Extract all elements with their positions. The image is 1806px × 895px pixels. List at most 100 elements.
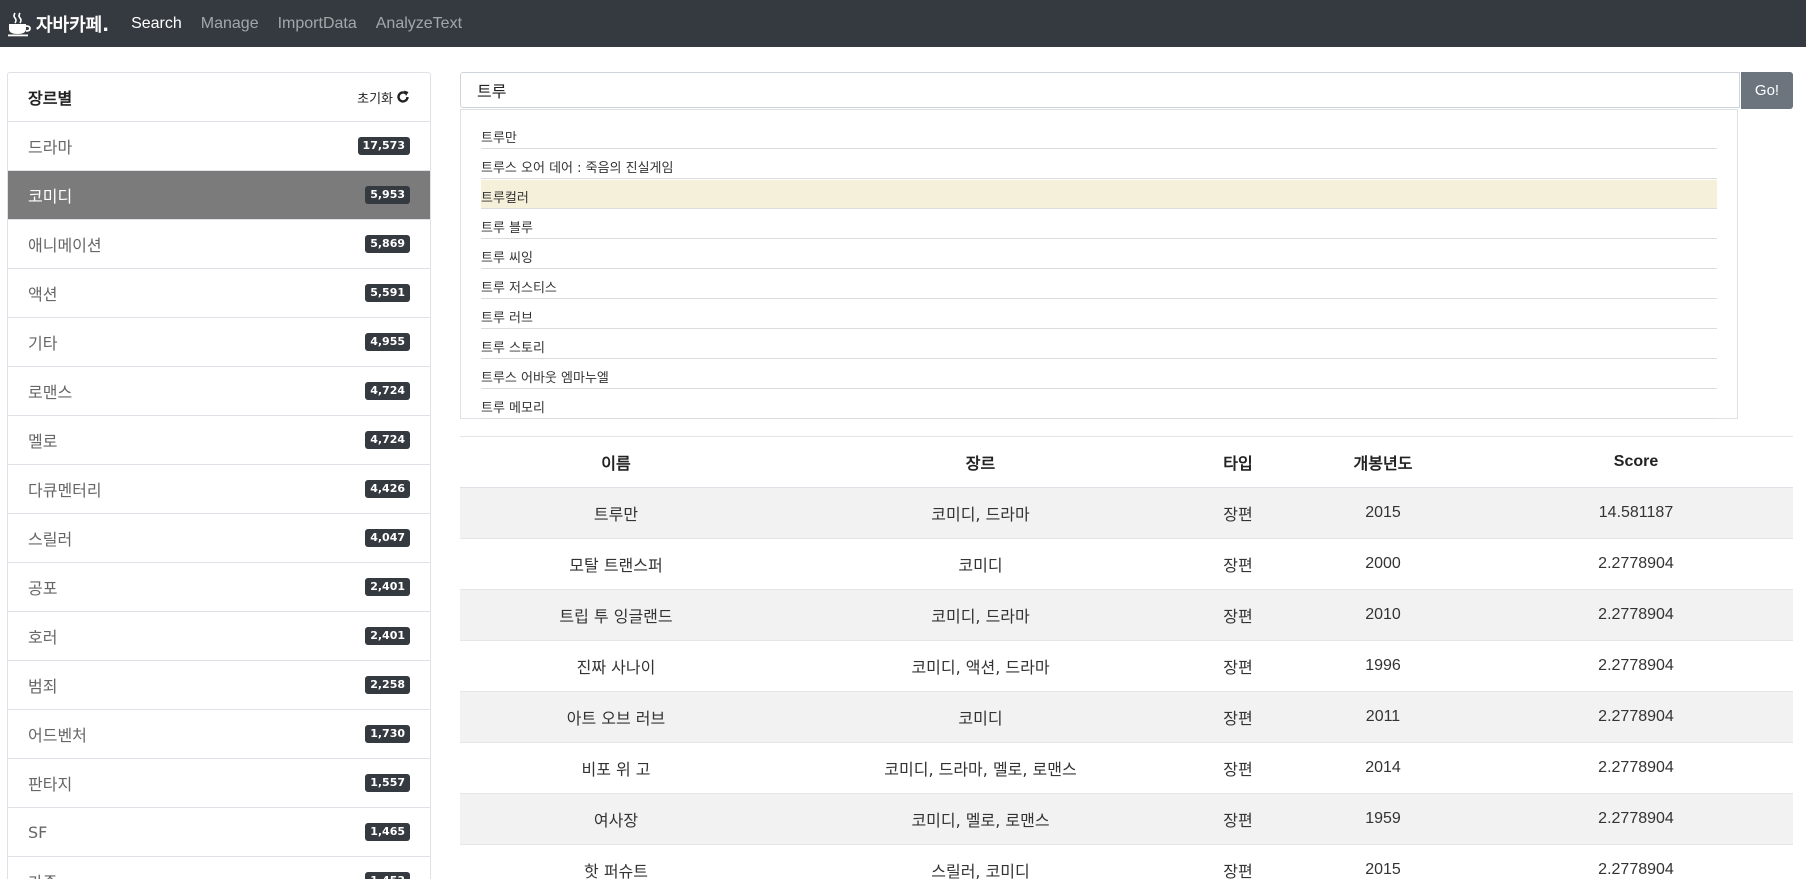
genre-item[interactable]: 코미디5,953 bbox=[8, 171, 430, 220]
table-row[interactable]: 여사장코미디, 멜로, 로맨스장편19592.2778904 bbox=[460, 794, 1793, 845]
genre-label: 액션 bbox=[28, 281, 57, 305]
table-row[interactable]: 핫 퍼슈트스릴러, 코미디장편20152.2778904 bbox=[460, 845, 1793, 895]
genre-label: 멜로 bbox=[28, 428, 57, 452]
cell-type: 장편 bbox=[1189, 692, 1287, 743]
suggestion-item[interactable]: 트루스 오어 데어 : 죽음의 진실게임 bbox=[481, 150, 1717, 179]
nav-link-analyzetext[interactable]: AnalyzeText bbox=[376, 15, 462, 33]
suggestion-item[interactable]: 트루 러브 bbox=[481, 300, 1717, 329]
genre-label: 판타지 bbox=[28, 771, 72, 795]
genre-item[interactable]: 범죄2,258 bbox=[8, 661, 430, 710]
cell-year: 2011 bbox=[1287, 692, 1479, 743]
cell-name: 트루만 bbox=[460, 488, 772, 539]
genre-count-badge: 4,724 bbox=[365, 431, 410, 449]
table-row[interactable]: 진짜 사나이코미디, 액션, 드라마장편19962.2778904 bbox=[460, 641, 1793, 692]
autocomplete-dropdown: 트루만트루스 오어 데어 : 죽음의 진실게임트루컬러트루 블루트루 씨잉트루 … bbox=[460, 109, 1738, 419]
cell-score: 2.2778904 bbox=[1479, 743, 1793, 794]
cell-genre: 코미디, 액션, 드라마 bbox=[772, 641, 1189, 692]
column-header-score[interactable]: Score bbox=[1479, 437, 1793, 488]
cell-genre: 코미디 bbox=[772, 539, 1189, 590]
search-input[interactable] bbox=[460, 72, 1740, 108]
table-row[interactable]: 비포 위 고코미디, 드라마, 멜로, 로맨스장편20142.2778904 bbox=[460, 743, 1793, 794]
genre-count-badge: 17,573 bbox=[358, 137, 410, 155]
genre-count-badge: 2,401 bbox=[365, 578, 410, 596]
genre-item[interactable]: 가족1,453 bbox=[8, 857, 430, 879]
genre-item[interactable]: 공포2,401 bbox=[8, 563, 430, 612]
nav-link-importdata[interactable]: ImportData bbox=[278, 15, 357, 33]
cell-year: 2015 bbox=[1287, 845, 1479, 895]
go-button[interactable]: Go! bbox=[1741, 72, 1793, 109]
cell-genre: 스릴러, 코미디 bbox=[772, 845, 1189, 895]
cell-type: 장편 bbox=[1189, 641, 1287, 692]
nav-links: Search Manage ImportData AnalyzeText bbox=[131, 15, 481, 33]
genre-item[interactable]: 기타 4,955 bbox=[8, 318, 430, 367]
suggestion-item[interactable]: 트루컬러 bbox=[481, 180, 1717, 209]
cell-score: 2.2778904 bbox=[1479, 692, 1793, 743]
genre-label: 호러 bbox=[28, 624, 57, 648]
cell-score: 14.581187 bbox=[1479, 488, 1793, 539]
brand-logo[interactable]: 자바카페. bbox=[6, 0, 109, 47]
suggestion-item[interactable]: 트루 씨잉 bbox=[481, 240, 1717, 269]
column-header-name[interactable]: 이름 bbox=[460, 437, 772, 488]
suggestion-item[interactable]: 트루 스토리 bbox=[481, 330, 1717, 359]
table-row[interactable]: 아트 오브 러브코미디장편20112.2778904 bbox=[460, 692, 1793, 743]
cell-score: 2.2778904 bbox=[1479, 590, 1793, 641]
genre-item[interactable]: 멜로 4,724 bbox=[8, 416, 430, 465]
genre-count-badge: 5,591 bbox=[365, 284, 410, 302]
reset-button[interactable]: 초기화 bbox=[357, 88, 410, 107]
genre-count-badge: 1,557 bbox=[365, 774, 410, 792]
genre-label: 드라마 bbox=[28, 134, 72, 158]
cell-year: 1996 bbox=[1287, 641, 1479, 692]
suggestion-item[interactable]: 트루 메모리 bbox=[481, 390, 1717, 419]
cell-year: 2010 bbox=[1287, 590, 1479, 641]
cell-year: 2015 bbox=[1287, 488, 1479, 539]
nav-link-manage[interactable]: Manage bbox=[201, 15, 259, 33]
genre-label: 기타 bbox=[28, 330, 57, 354]
genre-label: 애니메이션 bbox=[28, 232, 102, 256]
table-row[interactable]: 트루만코미디, 드라마장편201514.581187 bbox=[460, 488, 1793, 539]
cell-genre: 코미디, 드라마 bbox=[772, 590, 1189, 641]
refresh-icon bbox=[396, 90, 410, 104]
table-row[interactable]: 모탈 트랜스퍼코미디장편20002.2778904 bbox=[460, 539, 1793, 590]
column-header-type[interactable]: 타입 bbox=[1189, 437, 1287, 488]
sidebar-header: 장르별 초기화 bbox=[8, 73, 430, 122]
nav-link-search[interactable]: Search bbox=[131, 15, 182, 33]
cell-year: 1959 bbox=[1287, 794, 1479, 845]
cell-name: 비포 위 고 bbox=[460, 743, 772, 794]
brand-name: 자바카페. bbox=[36, 11, 109, 37]
cell-type: 장편 bbox=[1189, 539, 1287, 590]
table-header-row: 이름 장르 타입 개봉년도 Score bbox=[460, 437, 1793, 488]
genre-label: 코미디 bbox=[28, 183, 72, 207]
results-table: 이름 장르 타입 개봉년도 Score 트루만코미디, 드라마장편201514.… bbox=[460, 437, 1793, 895]
genre-count-badge: 4,426 bbox=[365, 480, 410, 498]
genre-label: 스릴러 bbox=[28, 526, 72, 550]
genre-item[interactable]: 드라마 17,573 bbox=[8, 122, 430, 171]
cell-genre: 코미디, 드라마 bbox=[772, 488, 1189, 539]
genre-item[interactable]: 판타지 1,557 bbox=[8, 759, 430, 808]
genre-count-badge: 1,730 bbox=[365, 725, 410, 743]
genre-item[interactable]: 로맨스4,724 bbox=[8, 367, 430, 416]
genre-item[interactable]: 다큐멘터리4,426 bbox=[8, 465, 430, 514]
suggestion-item[interactable]: 트루만 bbox=[481, 120, 1717, 149]
genre-list: 드라마 17,573 코미디5,953 애니메이션 5,869 액션 5,591 기타 4,95… bbox=[8, 122, 430, 879]
column-header-genre[interactable]: 장르 bbox=[772, 437, 1189, 488]
genre-item[interactable]: 액션 5,591 bbox=[8, 269, 430, 318]
genre-label: 범죄 bbox=[28, 673, 57, 697]
genre-count-badge: 4,047 bbox=[365, 529, 410, 547]
column-header-year[interactable]: 개봉년도 bbox=[1287, 437, 1479, 488]
genre-count-badge: 4,955 bbox=[365, 333, 410, 351]
table-body: 트루만코미디, 드라마장편201514.581187모탈 트랜스퍼코미디장편20… bbox=[460, 488, 1793, 895]
suggestion-item[interactable]: 트루스 어바웃 엠마누엘 bbox=[481, 360, 1717, 389]
genre-label: 로맨스 bbox=[28, 379, 72, 403]
genre-count-badge: 5,869 bbox=[365, 235, 410, 253]
cell-name: 트립 투 잉글랜드 bbox=[460, 590, 772, 641]
suggestion-item[interactable]: 트루 블루 bbox=[481, 210, 1717, 239]
genre-item[interactable]: 호러2,401 bbox=[8, 612, 430, 661]
genre-item[interactable]: 어드벤처1,730 bbox=[8, 710, 430, 759]
genre-item[interactable]: SF1,465 bbox=[8, 808, 430, 857]
suggestion-item[interactable]: 트루 저스티스 bbox=[481, 270, 1717, 299]
genre-item[interactable]: 애니메이션 5,869 bbox=[8, 220, 430, 269]
cell-name: 아트 오브 러브 bbox=[460, 692, 772, 743]
table-row[interactable]: 트립 투 잉글랜드코미디, 드라마장편20102.2778904 bbox=[460, 590, 1793, 641]
genre-item[interactable]: 스릴러 4,047 bbox=[8, 514, 430, 563]
cell-year: 2000 bbox=[1287, 539, 1479, 590]
